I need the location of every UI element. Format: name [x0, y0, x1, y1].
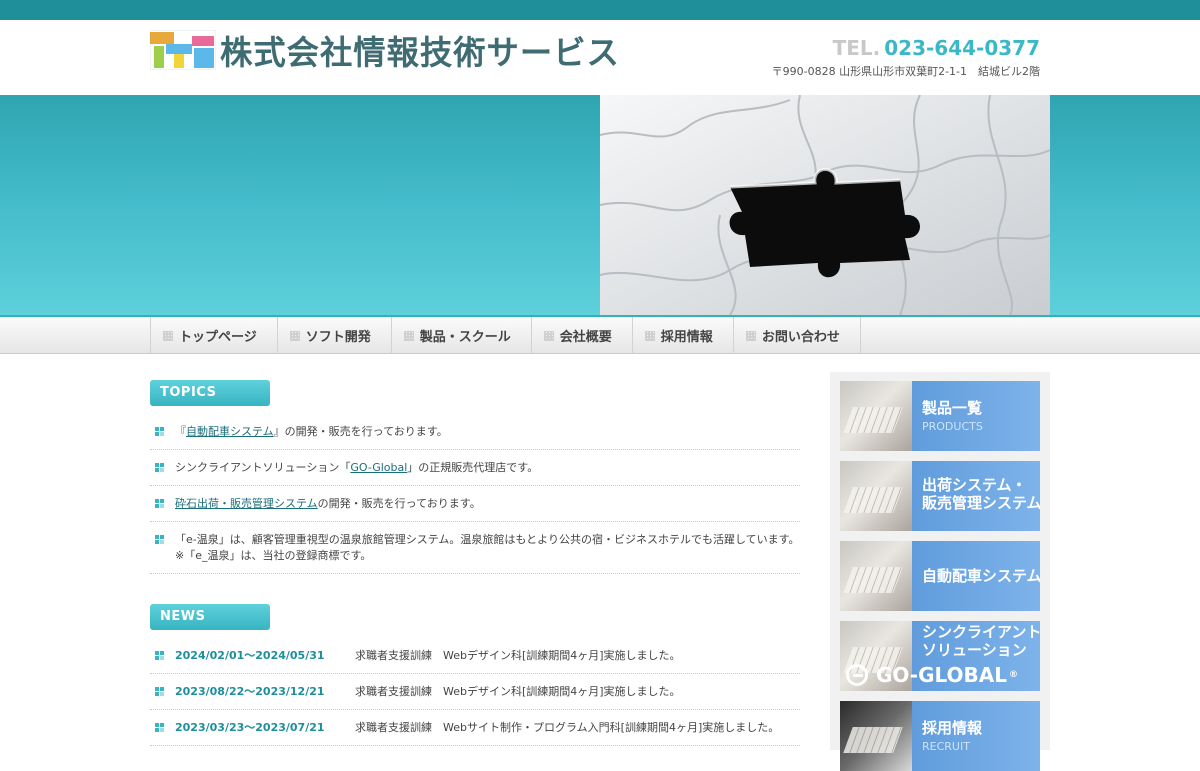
- topic-link-auto-dispatch[interactable]: 自動配車システム: [186, 425, 274, 438]
- news-list: 2024/02/01～2024/05/31 求職者支援訓練 Webデザイン科[訓…: [150, 638, 800, 746]
- banner-go-global[interactable]: シンクライアント ソリューション GO-GLOBAL ®: [840, 621, 1040, 691]
- nav-bullet-icon: [543, 330, 554, 341]
- banner-title: 採用情報: [922, 719, 983, 737]
- nav-item-products-school[interactable]: 製品・スクール: [392, 317, 532, 354]
- sidebar: 製品一覧 PRODUCTS 出荷システム・ 販売管理システム 自動配車システム …: [830, 372, 1050, 771]
- nav-item-recruit[interactable]: 採用情報: [633, 317, 734, 354]
- banner-products[interactable]: 製品一覧 PRODUCTS: [840, 381, 1040, 451]
- phone: TEL. 023-644-0377: [772, 36, 1040, 60]
- contact-info: TEL. 023-644-0377 〒990-0828 山形県山形市双葉町2-1-…: [772, 36, 1040, 79]
- news-text: 求職者支援訓練 Webデザイン科[訓練期間4ヶ月]実施しました。: [355, 685, 681, 698]
- topics-list: 『自動配車システム』の開発・販売を行っております。 シンクライアントソリューショ…: [150, 414, 800, 574]
- nav-bullet-icon: [163, 330, 173, 341]
- list-item: 『自動配車システム』の開発・販売を行っております。: [150, 414, 800, 450]
- company-name: 株式会社情報技術サービス: [220, 33, 620, 72]
- topic-pre: シンクライアントソリューション「: [175, 461, 351, 474]
- nav-item-top[interactable]: トップページ: [151, 317, 278, 354]
- news-date: 2023/08/22～2023/12/21: [175, 685, 325, 698]
- registered-mark: ®: [1009, 670, 1019, 680]
- nav-label: ソフト開発: [305, 330, 371, 345]
- list-item: 2023/03/23～2023/07/21 求職者支援訓練 Webサイト制作・プ…: [150, 710, 800, 746]
- topic-post: 』の開発・販売を行っております。: [273, 425, 448, 438]
- topic-text: シンクライアントソリューション「GO-Global」の正規販売代理店です。: [175, 460, 538, 476]
- top-bar: [0, 0, 1200, 20]
- topic-text: 「e-温泉」は、顧客管理重視型の温泉旅館管理システム。温泉旅館はもとより公共の宿…: [175, 533, 800, 562]
- go-global-logo: GO-GLOBAL ®: [846, 663, 1018, 687]
- bullet-icon: [150, 720, 175, 736]
- banner-title-line2: 販売管理システム: [922, 494, 1040, 512]
- banner-title-line1: 出荷システム・: [922, 476, 1027, 494]
- bullet-icon: [150, 460, 175, 476]
- list-item: 2023/08/22～2023/12/21 求職者支援訓練 Webデザイン科[訓…: [150, 674, 800, 710]
- go-global-icon: [846, 664, 868, 686]
- nav-bullet-icon: [644, 330, 655, 341]
- news-text: 求職者支援訓練 Webサイト制作・プログラム入門科[訓練期間4ヶ月]実施しました…: [355, 721, 780, 734]
- topic-link-go-global[interactable]: GO-Global: [350, 461, 407, 474]
- bullet-icon: [150, 684, 175, 700]
- news-section: NEWS 2024/02/01～2024/05/31 求職者支援訓練 Webデザ…: [150, 604, 800, 746]
- bullet-icon: [150, 532, 175, 564]
- banner-subtitle: RECRUIT: [922, 740, 970, 753]
- nav-label: トップページ: [179, 330, 257, 345]
- nav-bullet-icon: [403, 330, 414, 341]
- go-global-brand: GO-GLOBAL: [876, 663, 1008, 687]
- banner-shipping-sales-system[interactable]: 出荷システム・ 販売管理システム: [840, 461, 1040, 531]
- tel-number: 023-644-0377: [884, 36, 1040, 60]
- list-item: 2024/02/01～2024/05/31 求職者支援訓練 Webデザイン科[訓…: [150, 638, 800, 674]
- nav-label: お問い合わせ: [761, 330, 840, 345]
- banner-title: 自動配車システム: [922, 567, 1040, 585]
- banner-title-line1: シンクライアント: [922, 623, 1040, 641]
- topic-post: 」の正規販売代理店です。: [407, 461, 539, 474]
- list-item: 砕石出荷・販売管理システムの開発・販売を行っております。: [150, 486, 800, 522]
- nav-bullet-icon: [745, 330, 756, 341]
- list-item: 「e-温泉」は、顧客管理重視型の温泉旅館管理システム。温泉旅館はもとより公共の宿…: [150, 522, 800, 574]
- nav-item-contact[interactable]: お問い合わせ: [734, 317, 861, 354]
- laptop-keyboard-image: [840, 541, 912, 611]
- list-item: シンクライアントソリューション「GO-Global」の正規販売代理店です。: [150, 450, 800, 486]
- global-nav: トップページ ソフト開発 製品・スクール 会社概要 採用情報 お問い合わせ: [0, 315, 1200, 354]
- nav-item-software[interactable]: ソフト開発: [278, 317, 392, 354]
- bullet-icon: [150, 496, 175, 512]
- banner-subtitle: PRODUCTS: [922, 420, 983, 433]
- news-text: 求職者支援訓練 Webデザイン科[訓練期間4ヶ月]実施しました。: [355, 649, 681, 662]
- topic-text: 『自動配車システム』の開発・販売を行っております。: [175, 424, 448, 440]
- news-date: 2023/03/23～2023/07/21: [175, 721, 325, 734]
- nav-label: 製品・スクール: [419, 330, 511, 345]
- topics-heading: TOPICS: [150, 380, 270, 406]
- tel-label: TEL.: [832, 36, 881, 60]
- puzzle-hero-image: [600, 95, 1050, 315]
- laptop-keyboard-image: [840, 381, 912, 451]
- nav-label: 採用情報: [660, 330, 713, 345]
- banner-title: 製品一覧: [922, 399, 983, 417]
- banner-title-line2: ソリューション: [922, 641, 1027, 659]
- bullet-icon: [150, 424, 175, 440]
- address: 〒990-0828 山形県山形市双葉町2-1-1 結城ビル2階: [771, 65, 1040, 78]
- laptop-keyboard-image: [840, 461, 912, 531]
- nav-item-company[interactable]: 会社概要: [532, 317, 633, 354]
- bullet-icon: [150, 648, 175, 664]
- news-heading: NEWS: [150, 604, 270, 630]
- hero-banner: [0, 95, 1200, 315]
- topic-link-shipping-system[interactable]: 砕石出荷・販売管理システム: [175, 497, 318, 510]
- topic-text: 砕石出荷・販売管理システムの開発・販売を行っております。: [175, 496, 481, 512]
- its-logo-icon: [149, 29, 217, 71]
- main-content: TOPICS 『自動配車システム』の開発・販売を行っております。 シンクライアン…: [150, 380, 800, 746]
- suit-document-image: [840, 701, 912, 771]
- banner-auto-dispatch[interactable]: 自動配車システム: [840, 541, 1040, 611]
- banner-recruit[interactable]: 採用情報 RECRUIT: [840, 701, 1040, 771]
- nav-bullet-icon: [289, 330, 300, 341]
- nav-menu: トップページ ソフト開発 製品・スクール 会社概要 採用情報 お問い合わせ: [150, 317, 861, 354]
- topic-post: の開発・販売を行っております。: [317, 497, 481, 510]
- site-logo[interactable]: 株式会社情報技術サービス: [149, 29, 628, 72]
- nav-label: 会社概要: [559, 330, 612, 345]
- topic-pre: 『: [175, 425, 186, 438]
- news-date: 2024/02/01～2024/05/31: [175, 649, 325, 662]
